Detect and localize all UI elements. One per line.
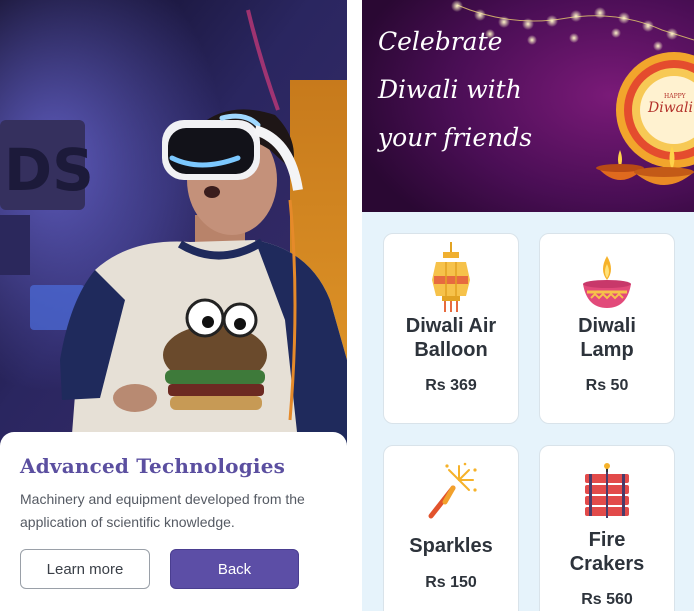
product-name-line-1: Fire [588,529,626,551]
card-description: Machinery and equipment developed from t… [20,491,305,530]
info-card: Advanced Technologies Machinery and equi… [0,432,347,611]
screen: DS Advanced Technologies Machinery and e… [0,0,694,611]
product-name: Diwali Lamp [540,314,674,362]
banner-line-2: Diwali with [378,75,522,104]
button-row: Learn more Back [20,549,300,589]
product-name: Fire Crakers [540,528,674,576]
product-price: Rs 369 [425,377,477,394]
svg-text:DS: DS [4,136,94,204]
vr-headset-photo: DS [0,0,347,460]
technology-card: DS Advanced Technologies Machinery and e… [0,0,347,611]
back-button[interactable]: Back [170,549,299,589]
product-name-line-2: Lamp [580,339,634,361]
diwali-shop: HAPPY Diwali Celebrate Diwali with your … [362,0,694,611]
product-name-line-1: Diwali [578,315,636,337]
product-card-fire-crakers[interactable]: Fire Crakers Rs 560 [539,445,675,611]
banner-headline: Celebrate Diwali with your friends [378,18,532,162]
product-name-line-1: Diwali Air [405,315,497,337]
firecracker-icon [585,463,629,518]
learn-more-button[interactable]: Learn more [20,549,150,589]
banner-badge-small: HAPPY [664,93,687,100]
banner-line-1: Celebrate [378,27,503,56]
product-name-line-1: Sparkles [409,535,493,557]
card-title: Advanced Technologies [20,454,286,478]
product-name: Diwali Air Balloon [384,314,518,362]
product-name-line-2: Crakers [569,553,645,575]
product-card-sparkles[interactable]: Sparkles Rs 150 [383,445,519,611]
product-name-line-2: Balloon [414,339,488,361]
product-price: Rs 560 [581,591,633,608]
diya-icon [583,256,631,308]
sparkler-icon [428,462,477,519]
banner-line-3: your friends [378,123,533,152]
banner-badge-big: Diwali [647,100,693,116]
product-price: Rs 150 [425,574,477,591]
product-card-lamp[interactable]: Diwali Lamp Rs 50 [539,233,675,424]
product-price: Rs 50 [585,377,629,394]
product-name: Sparkles [384,534,518,558]
product-card-air-balloon[interactable]: Diwali Air Balloon Rs 369 [383,233,519,424]
lantern-icon [432,242,470,312]
